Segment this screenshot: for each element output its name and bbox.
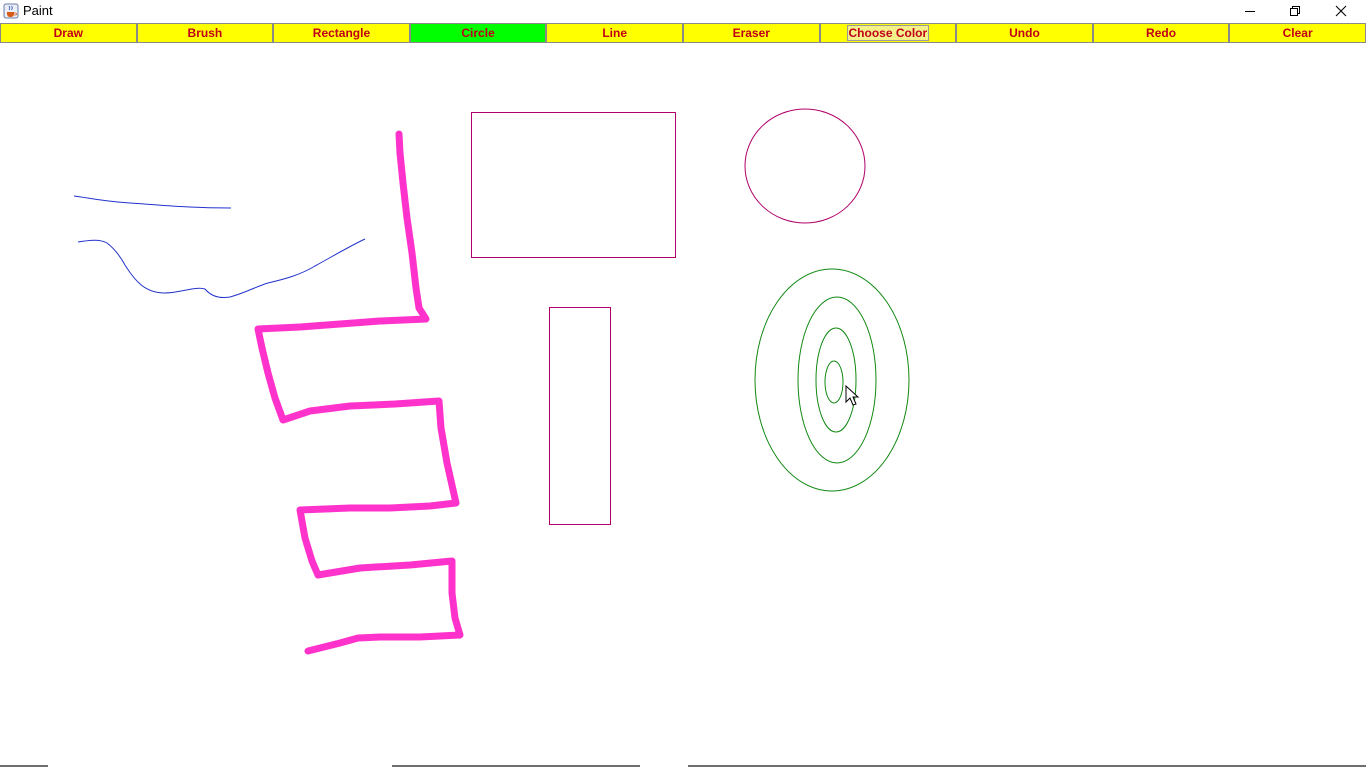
maximize-button[interactable] xyxy=(1272,0,1318,22)
circle-shape xyxy=(754,268,910,492)
undo-button-label: Undo xyxy=(1009,26,1040,40)
choose-color-button[interactable]: Choose Color xyxy=(819,23,957,43)
circle-shape xyxy=(824,360,844,404)
close-button[interactable] xyxy=(1318,0,1364,22)
brush-button-label: Brush xyxy=(187,26,223,40)
circle-shape xyxy=(797,296,877,464)
brush-stroke xyxy=(254,130,464,655)
window-title: Paint xyxy=(23,3,53,18)
redo-button-label: Redo xyxy=(1146,26,1177,40)
pencil-stroke xyxy=(73,195,232,209)
java-cup-icon xyxy=(3,3,19,19)
draw-button[interactable]: Draw xyxy=(0,23,137,43)
line-button[interactable]: Line xyxy=(546,23,683,43)
title-bar: Paint xyxy=(0,0,1366,23)
minimize-icon xyxy=(1245,11,1255,12)
redo-button[interactable]: Redo xyxy=(1092,23,1230,43)
undo-button[interactable]: Undo xyxy=(956,23,1093,43)
rectangle-button[interactable]: Rectangle xyxy=(273,23,410,43)
pencil-stroke xyxy=(77,238,366,298)
line-button-label: Line xyxy=(602,26,627,40)
circle-shape xyxy=(815,327,857,433)
brush-button[interactable]: Brush xyxy=(136,23,274,43)
clear-button[interactable]: Clear xyxy=(1229,23,1366,43)
choose-color-button-label: Choose Color xyxy=(846,25,930,41)
circle-shape xyxy=(744,108,866,224)
circle-button-label: Circle xyxy=(461,26,495,40)
circle-button[interactable]: Circle xyxy=(409,23,547,43)
rectangle-button-label: Rectangle xyxy=(312,26,371,40)
close-icon xyxy=(1335,5,1347,17)
draw-button-label: Draw xyxy=(53,26,83,40)
rectangle-shape xyxy=(549,307,611,525)
tool-toolbar: Draw Brush Rectangle Circle Line Eraser … xyxy=(0,23,1366,43)
eraser-button-label: Eraser xyxy=(732,26,770,40)
eraser-button[interactable]: Eraser xyxy=(682,23,820,43)
clear-button-label: Clear xyxy=(1282,26,1313,40)
minimize-button[interactable] xyxy=(1227,0,1273,22)
restore-icon xyxy=(1290,6,1300,16)
rectangle-shape xyxy=(471,112,676,258)
drawing-canvas[interactable] xyxy=(0,43,1366,765)
